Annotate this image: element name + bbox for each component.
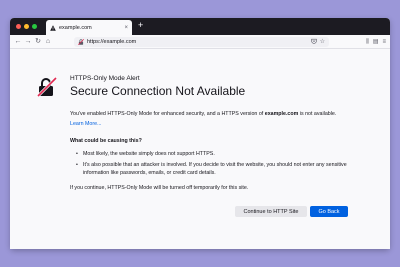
tab-example[interactable]: example.com × [46, 20, 132, 35]
page-title: Secure Connection Not Available [70, 84, 246, 98]
causes-list: Most likely, the website simply does not… [76, 150, 366, 181]
list-item: Most likely, the website simply does not… [76, 150, 366, 158]
continue-to-http-button[interactable]: Continue to HTTP Site [235, 206, 307, 217]
back-button[interactable]: ← [13, 37, 23, 47]
error-page: HTTPS-Only Mode Alert Secure Connection … [10, 49, 390, 249]
insecure-lock-icon[interactable] [78, 39, 84, 45]
home-button[interactable]: ⌂ [43, 37, 53, 47]
menu-icon[interactable]: ≡ [382, 39, 386, 45]
causes-heading: What could be causing this? [70, 138, 142, 144]
https-alert-icon [37, 77, 57, 97]
sidebar-icon[interactable]: ▤ [373, 39, 379, 45]
reload-button[interactable]: ↻ [33, 37, 43, 47]
library-icon[interactable]: ⫼ [366, 39, 369, 45]
navigation-toolbar: ← → ↻ ⌂ https://example.com ☆ ⫼ ▤ ≡ [10, 35, 390, 49]
forward-button[interactable]: → [23, 37, 33, 47]
maximize-window-button[interactable] [32, 24, 37, 29]
tab-close-icon[interactable]: × [124, 25, 128, 31]
intro-text-end: is not available. [298, 111, 337, 117]
minimize-window-button[interactable] [24, 24, 29, 29]
url-bar[interactable]: https://example.com ☆ [74, 37, 329, 47]
list-item: It's also possible that an attacker is i… [76, 161, 366, 177]
learn-more-link[interactable]: Learn More... [70, 121, 370, 129]
close-window-button[interactable] [16, 24, 21, 29]
new-tab-button[interactable]: + [138, 21, 143, 30]
warning-icon [50, 24, 56, 31]
alert-subtitle: HTTPS-Only Mode Alert [70, 75, 140, 82]
tab-title: example.com [59, 24, 92, 31]
bookmark-star-icon[interactable]: ☆ [320, 39, 325, 45]
toolbar-right: ⫼ ▤ ≡ [366, 37, 386, 47]
footer-text: If you continue, HTTPS-Only Mode will be… [70, 185, 249, 191]
url-text[interactable]: https://example.com [87, 39, 311, 45]
intro-paragraph: You've enabled HTTPS-Only Mode for enhan… [70, 111, 370, 119]
intro-domain: example.com [264, 111, 299, 117]
pocket-icon[interactable] [310, 38, 317, 46]
tab-bar: example.com × + [10, 18, 390, 35]
intro-text: You've enabled HTTPS-Only Mode for enhan… [70, 111, 265, 117]
url-actions: ☆ [310, 38, 325, 46]
go-back-button[interactable]: Go Back [310, 206, 348, 217]
